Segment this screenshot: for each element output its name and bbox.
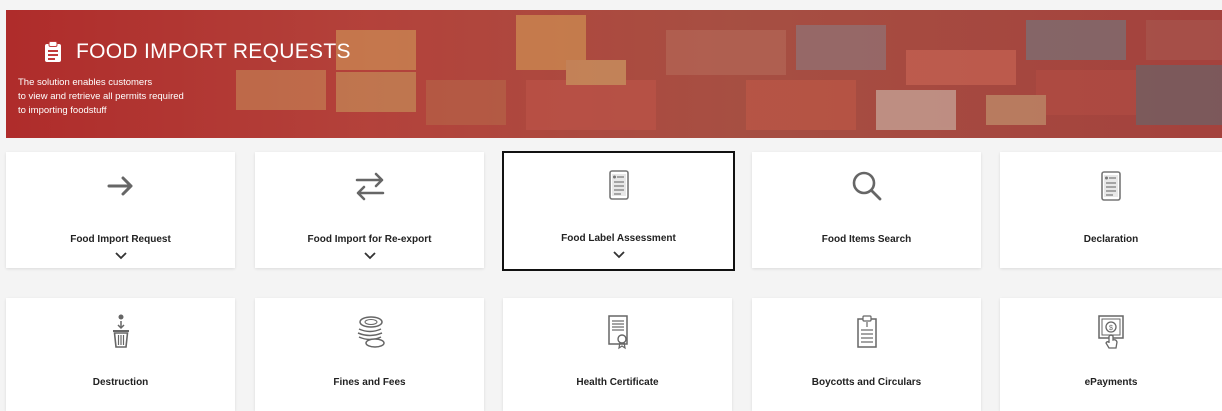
swap-arrows-icon — [355, 172, 384, 201]
certificate-icon — [607, 315, 628, 350]
banner-title-row: FOOD IMPORT REQUESTS — [44, 40, 351, 64]
service-card-label: Food Label Assessment — [561, 233, 676, 244]
service-card-declaration[interactable]: Declaration — [1000, 152, 1222, 268]
chevron-down-icon[interactable] — [612, 251, 625, 259]
clipboard-list-icon — [1101, 171, 1121, 201]
banner-description: The solution enables customers to view a… — [18, 76, 258, 118]
banner-description-line: to view and retrieve all permits require… — [18, 91, 184, 102]
service-card-label: Boycotts and Circulars — [811, 377, 922, 388]
service-card-label: Destruction — [92, 377, 149, 388]
shipping-containers-image — [236, 15, 1222, 130]
clipboard-icon — [856, 315, 877, 348]
service-card-label: Fines and Fees — [333, 377, 406, 388]
arrow-right-icon — [107, 176, 132, 196]
clipboard-icon — [45, 41, 61, 62]
service-card-destruction[interactable]: Destruction — [6, 298, 235, 411]
service-card-label: Food Items Search — [821, 234, 912, 245]
service-card-label: Food Import for Re-export — [307, 234, 432, 245]
chevron-down-icon[interactable] — [363, 252, 376, 260]
hero-banner: FOOD IMPORT REQUESTS The solution enable… — [6, 10, 1222, 138]
banner-description-line: The solution enables customers — [18, 77, 153, 88]
service-card-food-label-assessment[interactable]: Food Label Assessment — [502, 151, 735, 271]
service-card-label: Food Import Request — [70, 234, 171, 245]
coins-icon — [357, 316, 385, 348]
search-icon — [852, 171, 881, 201]
service-card-fines-and-fees[interactable]: Fines and Fees — [255, 298, 484, 411]
chevron-down-icon[interactable] — [114, 252, 127, 260]
banner-description-line: to importing foodstuff — [18, 105, 107, 116]
service-card-health-certificate[interactable]: Health Certificate — [503, 298, 732, 411]
service-card-epayments[interactable]: $ ePayments — [1000, 298, 1222, 411]
svg-text:$: $ — [1109, 325, 1113, 332]
service-card-label: Declaration — [1083, 234, 1139, 245]
service-card-label: ePayments — [1084, 377, 1138, 388]
page-title: FOOD IMPORT REQUESTS — [76, 40, 351, 63]
service-card-food-import-request[interactable]: Food Import Request — [6, 152, 235, 268]
service-card-boycotts-and-circulars[interactable]: Boycotts and Circulars — [752, 298, 981, 411]
service-card-label: Health Certificate — [576, 377, 659, 388]
trash-icon — [112, 314, 129, 348]
service-card-food-import-re-export[interactable]: Food Import for Re-export — [255, 152, 484, 268]
clipboard-list-icon — [608, 170, 629, 200]
epayment-icon: $ — [1098, 315, 1124, 349]
service-card-food-items-search[interactable]: Food Items Search — [752, 152, 981, 268]
